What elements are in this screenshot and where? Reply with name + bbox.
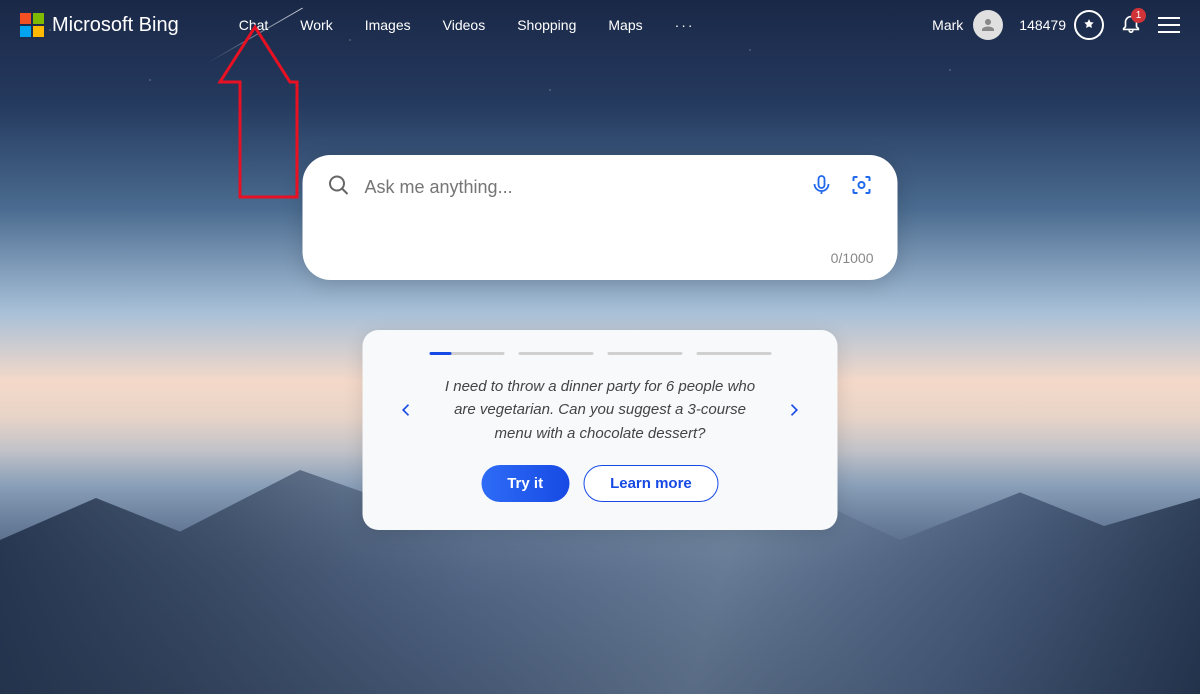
search-input[interactable]: [365, 177, 796, 198]
notifications[interactable]: 1: [1120, 12, 1142, 39]
nav-images[interactable]: Images: [365, 17, 411, 33]
char-counter: 0/1000: [327, 250, 874, 266]
suggestion-card: I need to throw a dinner party for 6 peo…: [363, 330, 838, 530]
rewards-section[interactable]: 148479: [1019, 10, 1104, 40]
search-box: 0/1000: [303, 155, 898, 280]
mic-button[interactable]: [810, 173, 834, 202]
nav-maps[interactable]: Maps: [608, 17, 642, 33]
header-right: Mark 148479 1: [932, 10, 1180, 40]
nav: Chat Work Images Videos Shopping Maps ··…: [239, 17, 695, 33]
search-icon: [327, 173, 351, 202]
logo[interactable]: Microsoft Bing: [20, 13, 179, 37]
nav-work[interactable]: Work: [300, 17, 332, 33]
try-it-button[interactable]: Try it: [481, 465, 569, 502]
notif-badge: 1: [1131, 8, 1146, 23]
username: Mark: [932, 17, 963, 33]
nav-more[interactable]: ···: [675, 17, 695, 33]
search-container: 0/1000: [303, 155, 898, 280]
next-button[interactable]: [780, 396, 808, 424]
header: Microsoft Bing Chat Work Images Videos S…: [0, 0, 1200, 50]
microsoft-logo-icon: [20, 13, 44, 37]
rewards-icon: [1074, 10, 1104, 40]
avatar: [973, 10, 1003, 40]
nav-chat[interactable]: Chat: [239, 17, 269, 33]
progress-step-2[interactable]: [518, 352, 593, 355]
prev-button[interactable]: [393, 396, 421, 424]
menu-button[interactable]: [1158, 17, 1180, 33]
logo-text: Microsoft Bing: [52, 14, 179, 37]
user-section[interactable]: Mark: [932, 10, 1003, 40]
chevron-right-icon: [786, 402, 802, 418]
progress-step-3[interactable]: [607, 352, 682, 355]
points-value: 148479: [1019, 17, 1066, 33]
chevron-left-icon: [399, 402, 415, 418]
progress-step-4[interactable]: [696, 352, 771, 355]
suggestion-text: I need to throw a dinner party for 6 peo…: [431, 375, 770, 445]
learn-more-button[interactable]: Learn more: [583, 465, 719, 502]
nav-shopping[interactable]: Shopping: [517, 17, 576, 33]
image-search-button[interactable]: [850, 173, 874, 202]
nav-videos[interactable]: Videos: [443, 17, 486, 33]
hamburger-icon: [1158, 17, 1180, 19]
person-icon: [979, 16, 997, 34]
progress-step-1[interactable]: [429, 352, 504, 355]
progress-indicator: [393, 352, 808, 355]
lens-icon: [850, 173, 874, 197]
mic-icon: [810, 173, 834, 197]
